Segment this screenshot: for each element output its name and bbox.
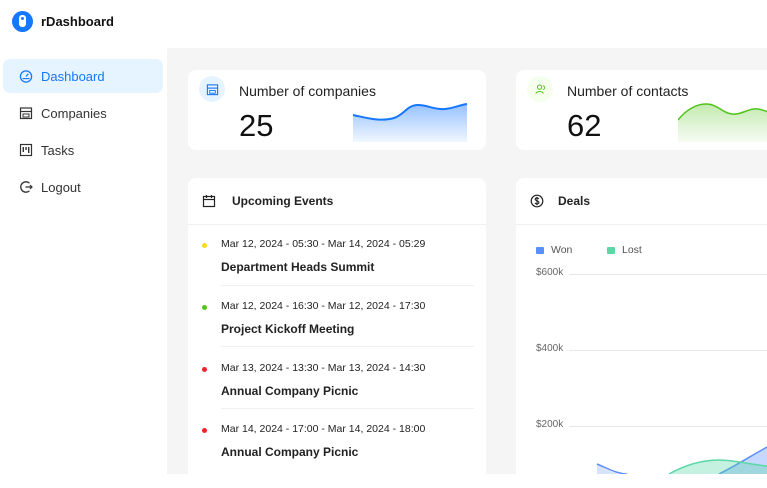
app-logo-icon: [12, 11, 33, 32]
events-title: Upcoming Events: [232, 194, 334, 208]
stat-title: Number of contacts: [567, 83, 689, 99]
team-icon: [527, 76, 553, 102]
stat-value: 25: [239, 108, 274, 143]
companies-sparkline: [352, 103, 468, 142]
event-name: Department Heads Summit: [221, 260, 375, 274]
sidebar-item-tasks[interactable]: Tasks: [3, 133, 163, 167]
divider: [221, 346, 474, 347]
companies-stat-card[interactable]: Number of companies 25: [188, 70, 486, 150]
legend-swatch: [607, 246, 615, 254]
event-status-dot: [202, 428, 207, 433]
y-axis-tick: $600k: [536, 267, 564, 278]
sidebar-item-label: Dashboard: [41, 68, 105, 84]
deals-area-chart: [596, 446, 767, 474]
shop-icon: [19, 106, 33, 120]
sidebar: Dashboard Companies Tasks Logout: [0, 48, 167, 474]
legend-label: Won: [551, 244, 573, 256]
deals-title: Deals: [558, 194, 591, 208]
upcoming-events-card: Upcoming Events Mar 12, 2024 - 05:30 - M…: [188, 178, 486, 488]
event-status-dot: [202, 305, 207, 310]
event-item[interactable]: Mar 14, 2024 - 17:00 - Mar 14, 2024 - 18…: [202, 421, 474, 481]
sidebar-item-label: Logout: [41, 179, 81, 195]
contacts-stat-card[interactable]: Number of contacts 62: [516, 70, 767, 150]
contacts-sparkline: [678, 103, 767, 142]
divider: [221, 285, 474, 286]
divider: [221, 408, 474, 409]
event-item[interactable]: Mar 12, 2024 - 16:30 - Mar 12, 2024 - 17…: [202, 298, 474, 358]
event-time: Mar 13, 2024 - 13:30 - Mar 13, 2024 - 14…: [221, 362, 426, 374]
deals-card: Deals Won Lost $600k $400k $200k: [516, 178, 767, 488]
gridline: [569, 350, 767, 351]
gridline: [569, 426, 767, 427]
shop-icon: [199, 76, 225, 102]
event-name: Annual Company Picnic: [221, 384, 359, 398]
calendar-icon: [202, 194, 216, 208]
legend-swatch: [536, 246, 544, 254]
legend-label: Lost: [622, 244, 642, 256]
brand[interactable]: rDashboard: [12, 11, 114, 32]
gridline: [569, 274, 767, 275]
deals-header: Deals: [516, 178, 767, 225]
event-time: Mar 14, 2024 - 17:00 - Mar 14, 2024 - 18…: [221, 423, 426, 435]
event-item[interactable]: Mar 12, 2024 - 05:30 - Mar 14, 2024 - 05…: [202, 236, 474, 296]
top-header: rDashboard: [0, 0, 767, 48]
event-status-dot: [202, 243, 207, 248]
legend-item-won[interactable]: Won: [536, 244, 572, 256]
sidebar-item-dashboard[interactable]: Dashboard: [3, 59, 163, 93]
sidebar-item-companies[interactable]: Companies: [3, 96, 163, 130]
sidebar-item-logout[interactable]: Logout: [3, 170, 163, 204]
stat-title: Number of companies: [239, 83, 376, 99]
project-board-icon: [19, 143, 33, 157]
event-status-dot: [202, 367, 207, 372]
app-name: rDashboard: [41, 14, 114, 29]
event-name: Annual Company Picnic: [221, 445, 359, 459]
logout-icon: [19, 180, 33, 194]
main-content: Number of companies 25 Number of contact…: [167, 48, 767, 488]
legend-item-lost[interactable]: Lost: [607, 244, 642, 256]
sidebar-item-label: Tasks: [41, 142, 75, 158]
events-header: Upcoming Events: [188, 178, 486, 225]
stat-value: 62: [567, 108, 602, 143]
dollar-icon: [530, 194, 544, 208]
y-axis-tick: $400k: [536, 343, 564, 354]
y-axis-tick: $200k: [536, 419, 564, 430]
sidebar-item-label: Companies: [41, 105, 107, 121]
event-time: Mar 12, 2024 - 05:30 - Mar 14, 2024 - 05…: [221, 238, 426, 250]
event-time: Mar 12, 2024 - 16:30 - Mar 12, 2024 - 17…: [221, 300, 426, 312]
event-item[interactable]: Mar 13, 2024 - 13:30 - Mar 13, 2024 - 14…: [202, 360, 474, 420]
dashboard-icon: [19, 69, 33, 83]
event-name: Project Kickoff Meeting: [221, 322, 355, 336]
